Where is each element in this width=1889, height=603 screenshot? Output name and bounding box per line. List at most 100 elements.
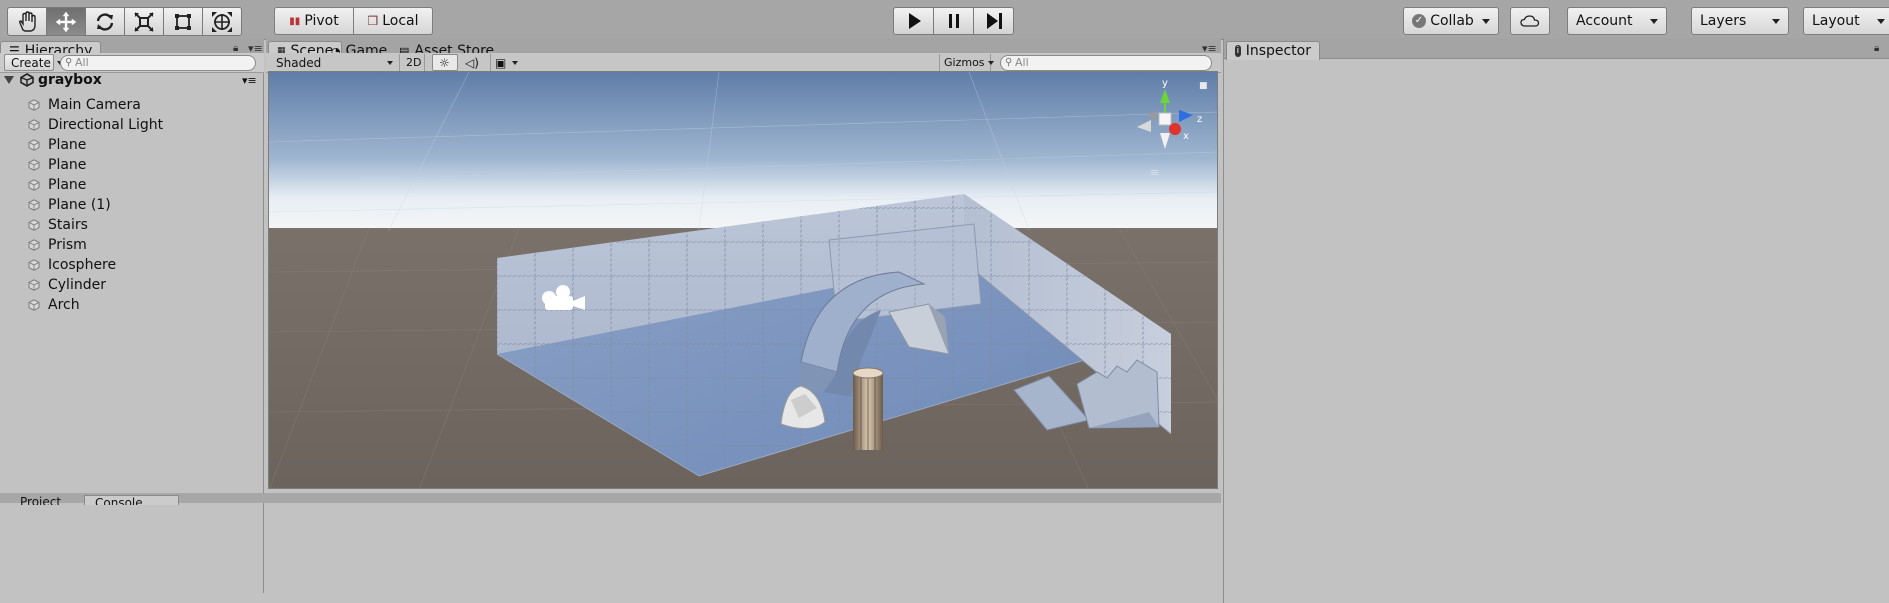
gameobject-cube-icon	[28, 139, 40, 151]
hierarchy-search-input[interactable]: ⚲ All	[60, 55, 256, 71]
layers-dropdown[interactable]: Layers	[1691, 7, 1789, 35]
pivot-label: Pivot	[304, 13, 339, 29]
hierarchy-item[interactable]: Arch	[28, 295, 80, 315]
rotate-icon	[96, 12, 114, 31]
chevron-down-icon	[987, 60, 994, 65]
chevron-down-icon	[1650, 18, 1658, 24]
step-button[interactable]	[973, 7, 1014, 35]
pause-icon	[948, 14, 959, 28]
hierarchy-item-label: Plane	[48, 137, 87, 153]
chevron-down-icon	[1772, 18, 1780, 24]
gameobject-cube-icon	[28, 119, 40, 131]
shading-mode-dropdown[interactable]: Shaded	[270, 54, 400, 71]
hierarchy-item-label: Directional Light	[48, 117, 164, 133]
hierarchy-item-label: Icosphere	[48, 257, 117, 273]
main-toolbar: ▮▮ Pivot ❒ Local ✓ Collab Account Layers…	[0, 0, 1889, 40]
rect-tool-icon	[175, 13, 191, 30]
speaker-icon: ◁)	[465, 55, 479, 70]
hierarchy-item[interactable]: Cylinder	[28, 275, 106, 295]
expand-triangle-icon[interactable]	[4, 76, 14, 84]
scene-toolbar: Shaded 2D ☼ ◁) ▣ Gizmos ⚲ All	[266, 53, 1221, 73]
step-icon	[986, 13, 1002, 29]
effects-dropdown[interactable]: ▣	[490, 54, 524, 71]
gameobject-cube-icon	[28, 179, 40, 191]
pivot-toggle[interactable]: ▮▮ Pivot	[274, 7, 354, 35]
scene-menu-icon[interactable]: ▾≡	[242, 74, 257, 87]
lock-icon[interactable]: 🔒︎	[1874, 43, 1879, 54]
gizmo-lock-icon[interactable]: ■	[1199, 81, 1208, 91]
gameobject-cube-icon	[28, 219, 40, 231]
hierarchy-item[interactable]: Plane	[28, 135, 87, 155]
hierarchy-item[interactable]: Plane (1)	[28, 195, 111, 215]
scene-viewport[interactable]: ≡ y z x ■	[268, 71, 1218, 489]
hierarchy-item-label: Stairs	[48, 217, 88, 233]
lighting-toggle[interactable]: ☼	[432, 54, 458, 71]
local-icon: ❒	[367, 14, 379, 28]
unity-scene-icon	[20, 73, 34, 87]
hierarchy-item[interactable]: Main Camera	[28, 95, 141, 115]
hierarchy-item[interactable]: Prism	[28, 235, 87, 255]
hierarchy-item[interactable]: Stairs	[28, 215, 88, 235]
pause-button[interactable]	[933, 7, 974, 35]
tab-project[interactable]: Project	[20, 495, 61, 505]
cloud-icon	[1520, 15, 1540, 27]
play-icon	[908, 13, 921, 29]
account-dropdown[interactable]: Account	[1567, 7, 1667, 35]
collab-label: Collab	[1430, 13, 1474, 29]
checkmark-icon: ✓	[1412, 14, 1426, 28]
inspector-panel: i Inspector 🔒︎	[1223, 38, 1889, 603]
local-label: Local	[382, 13, 419, 29]
shading-mode-label: Shaded	[276, 55, 322, 70]
hierarchy-item-label: Plane (1)	[48, 197, 111, 213]
collab-dropdown[interactable]: ✓ Collab	[1403, 7, 1499, 35]
tab-console[interactable]: Console	[84, 495, 179, 505]
bottom-panel-tabbar: Project Console	[0, 493, 1221, 505]
cloud-button[interactable]	[1510, 7, 1550, 35]
hand-tool-button[interactable]	[7, 7, 47, 36]
hierarchy-item[interactable]: Plane	[28, 175, 87, 195]
scene-name: graybox	[38, 72, 102, 88]
hierarchy-item[interactable]: Plane	[28, 155, 87, 175]
layout-dropdown[interactable]: Layout	[1803, 7, 1889, 35]
chevron-down-icon	[512, 60, 519, 65]
layers-label: Layers	[1700, 13, 1747, 29]
play-button[interactable]	[893, 7, 934, 35]
image-icon: ▣	[495, 55, 507, 70]
inspector-tabbar: i Inspector 🔒︎	[1224, 38, 1889, 60]
layout-label: Layout	[1812, 13, 1860, 29]
create-label: Create	[11, 55, 51, 70]
gameobject-cube-icon	[28, 279, 40, 291]
svg-text:≡: ≡	[1150, 166, 1159, 179]
tab-label: Inspector	[1245, 43, 1311, 59]
hierarchy-item-label: Cylinder	[48, 277, 106, 293]
hierarchy-item-label: Arch	[48, 297, 80, 313]
gizmos-dropdown[interactable]: Gizmos	[939, 54, 994, 71]
hierarchy-item[interactable]: Icosphere	[28, 255, 117, 275]
scene-root-row[interactable]: graybox ▾≡	[0, 70, 264, 90]
search-icon: ⚲	[1005, 57, 1013, 68]
move-tool-button[interactable]	[46, 7, 86, 36]
account-label: Account	[1576, 13, 1633, 29]
local-toggle[interactable]: ❒ Local	[353, 7, 433, 35]
hierarchy-item-label: Plane	[48, 177, 87, 193]
scene-render: ≡ y z x ■	[269, 72, 1217, 488]
chevron-down-icon	[1482, 18, 1490, 24]
audio-toggle[interactable]: ◁)	[460, 54, 486, 71]
search-placeholder: All	[75, 56, 89, 69]
axis-x-label: x	[1183, 131, 1189, 142]
scene-search-input[interactable]: ⚲ All	[1000, 55, 1212, 71]
gameobject-cube-icon	[28, 239, 40, 251]
rect-tool-button[interactable]	[163, 7, 203, 36]
create-dropdown[interactable]: Create	[4, 54, 63, 71]
2d-toggle[interactable]: 2D	[403, 54, 425, 71]
tab-inspector[interactable]: i Inspector	[1226, 41, 1320, 60]
scale-tool-button[interactable]	[124, 7, 164, 36]
gameobject-cube-icon	[28, 99, 40, 111]
tab-label: Console	[95, 496, 143, 505]
transform-tool-button[interactable]	[202, 7, 242, 36]
rotate-tool-button[interactable]	[85, 7, 125, 36]
playback-controls	[893, 7, 1014, 35]
hierarchy-item-label: Plane	[48, 157, 87, 173]
transform-tools	[7, 7, 242, 36]
hierarchy-item[interactable]: Directional Light	[28, 115, 164, 135]
